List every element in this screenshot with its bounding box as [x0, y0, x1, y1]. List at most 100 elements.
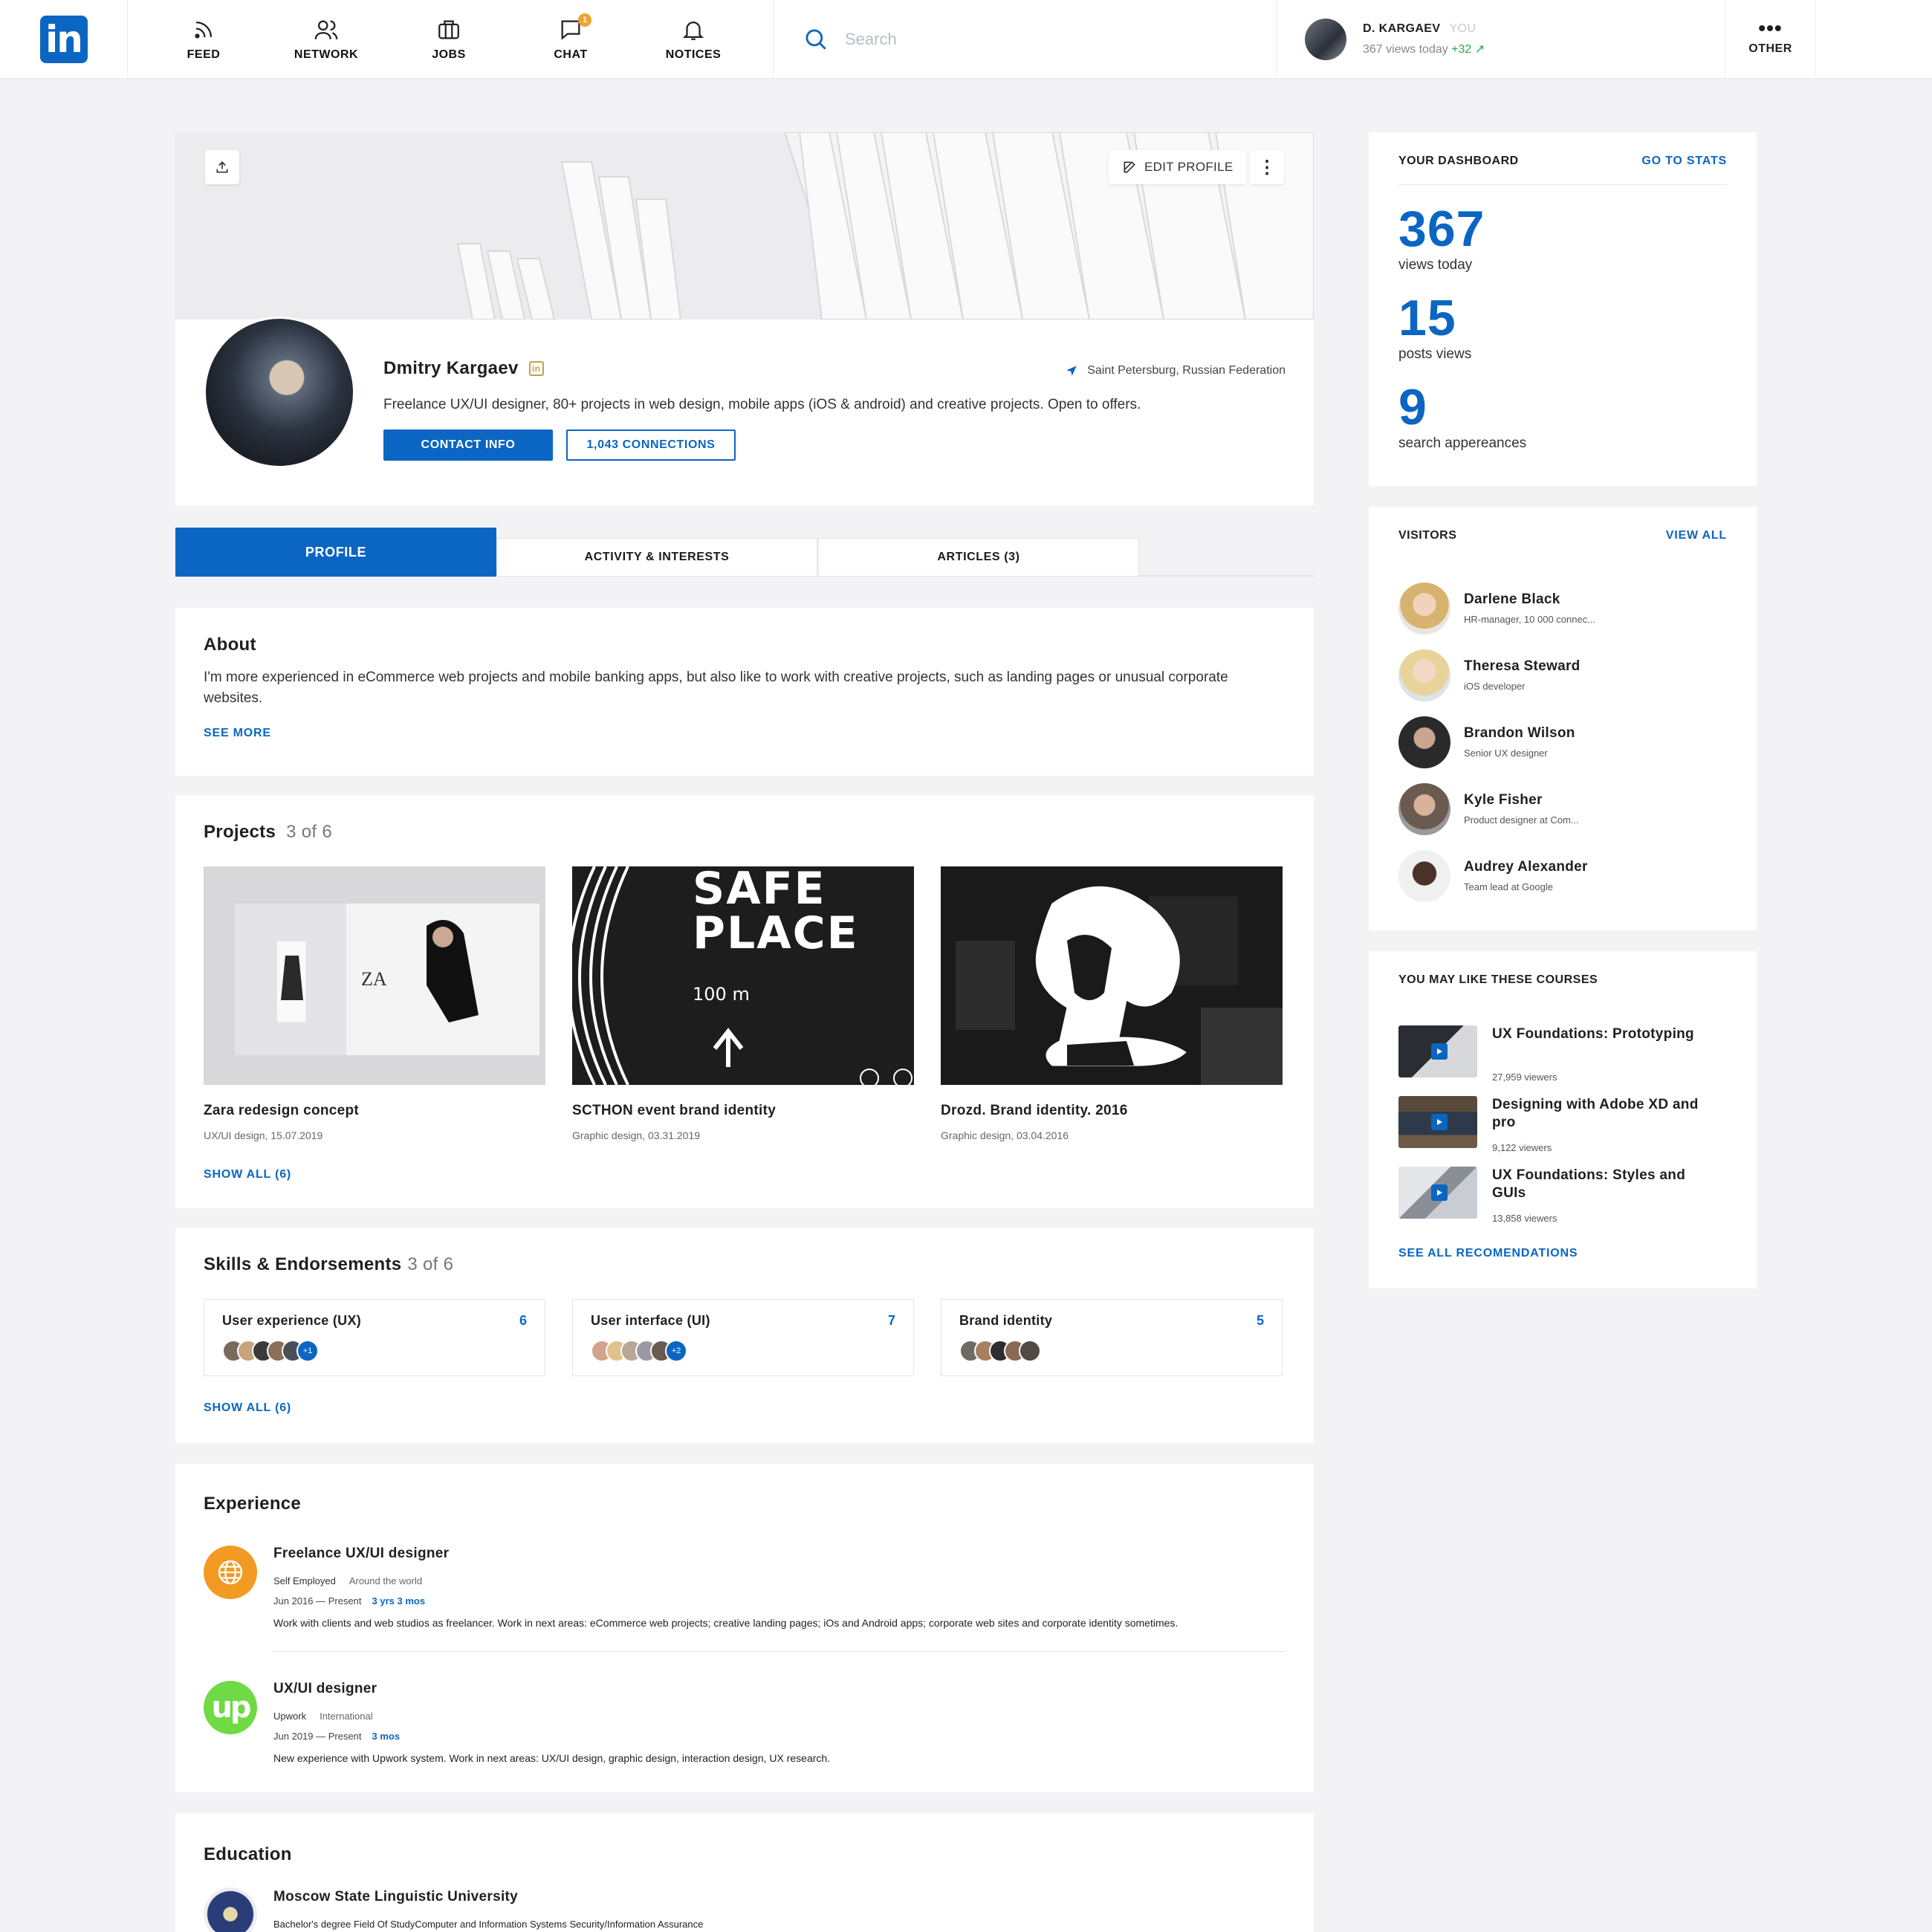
divider — [1398, 184, 1727, 185]
project-title[interactable]: Drozd. Brand identity. 2016 — [941, 1103, 1283, 1119]
tab-articles[interactable]: ARTICLES (3) — [818, 538, 1139, 577]
about-text: I'm more experienced in eCommerce web pr… — [204, 670, 1228, 706]
project-title[interactable]: Zara redesign concept — [204, 1103, 545, 1119]
nav-other[interactable]: ••• OTHER — [1725, 0, 1816, 79]
nav-notices[interactable]: NOTICES — [632, 0, 754, 79]
search-input[interactable] — [845, 30, 1216, 49]
play-icon[interactable] — [1431, 1114, 1448, 1130]
project-subtitle: UX/UI design, 15.07.2019 — [204, 1129, 323, 1141]
visitor-name: Theresa Steward — [1464, 658, 1581, 674]
arrow-up-right-icon: ↗ — [1471, 43, 1485, 56]
nav-chat[interactable]: 1 CHAT — [510, 0, 632, 79]
views-delta: +32 — [1451, 43, 1472, 56]
skill-card[interactable]: Brand identity 5 — [941, 1299, 1283, 1376]
search-icon[interactable] — [803, 27, 829, 52]
visitor-subtitle: HR-manager, 10 000 connec... — [1464, 614, 1596, 625]
visitor-item[interactable]: Brandon Wilson Senior UX designer — [1398, 716, 1733, 770]
project-thumbnail-drozd[interactable] — [941, 866, 1283, 1085]
show-all-skills-link[interactable]: SHOW ALL (6) — [204, 1401, 291, 1415]
experience-company[interactable]: Self Employed — [273, 1575, 336, 1586]
visitor-item[interactable]: Darlene Black HR-manager, 10 000 connec.… — [1398, 583, 1733, 636]
tab-activity[interactable]: ACTIVITY & INTERESTS — [496, 538, 817, 577]
nav-jobs[interactable]: JOBS — [388, 0, 510, 79]
endorser-avatars[interactable]: +2 — [591, 1340, 687, 1362]
globe-icon — [204, 1546, 257, 1599]
profile-tabs: PROFILE ACTIVITY & INTERESTS ARTICLES (3… — [175, 528, 1314, 577]
course-item[interactable]: UX Foundations: Prototyping 27,959 viewe… — [1398, 1025, 1733, 1083]
visitor-item[interactable]: Theresa Steward iOS developer — [1398, 649, 1733, 703]
show-all-projects-link[interactable]: SHOW ALL (6) — [204, 1168, 291, 1181]
avatar — [1398, 783, 1450, 835]
course-title[interactable]: UX Foundations: Prototyping — [1492, 1025, 1708, 1043]
course-viewers: 13,858 viewers — [1492, 1213, 1557, 1224]
visitor-item[interactable]: Audrey Alexander Team lead at Google — [1398, 850, 1733, 904]
experience-description: New experience with Upwork system. Work … — [273, 1752, 831, 1764]
nav-label: OTHER — [1748, 42, 1792, 55]
see-all-recommendations-link[interactable]: SEE ALL RECOMENDATIONS — [1398, 1247, 1578, 1260]
course-item[interactable]: Designing with Adobe XD and pro 9,122 vi… — [1398, 1096, 1733, 1153]
location-arrow-icon — [1066, 366, 1077, 376]
avatar[interactable] — [1305, 19, 1346, 60]
dashboard-title: YOUR DASHBOARD — [1398, 155, 1519, 167]
course-viewers: 9,122 viewers — [1492, 1142, 1552, 1153]
school-name[interactable]: Moscow State Linguistic University — [273, 1889, 518, 1905]
play-icon[interactable] — [1431, 1184, 1448, 1201]
more-endorsers-badge: +2 — [665, 1340, 687, 1362]
more-options-button[interactable]: ⋮ — [1250, 150, 1284, 184]
play-icon[interactable] — [1431, 1043, 1448, 1060]
user-menu[interactable]: D. KARGAEV YOU 367 views today +32 ↗ — [1277, 0, 1725, 79]
rss-icon — [195, 21, 213, 39]
nav-network[interactable]: NETWORK — [265, 0, 387, 79]
visitor-subtitle: iOS developer — [1464, 681, 1526, 692]
project-card[interactable]: Drozd. Brand identity. 2016 Graphic desi… — [941, 866, 1283, 1141]
course-thumbnail[interactable] — [1398, 1167, 1477, 1219]
profile-header: Dmitry Kargaev in Saint Petersburg, Russ… — [175, 317, 1314, 505]
connections-button[interactable]: 1,043 CONNECTIONS — [566, 429, 736, 461]
course-title[interactable]: Designing with Adobe XD and pro — [1492, 1096, 1708, 1132]
see-more-link[interactable]: SEE MORE — [204, 727, 271, 740]
zara-illustration: ZA — [204, 866, 545, 1085]
more-dots-icon: ••• — [1758, 16, 1783, 39]
skill-card[interactable]: User interface (UI) 7 +2 — [572, 1299, 914, 1376]
course-title[interactable]: UX Foundations: Styles and GUIs — [1492, 1167, 1708, 1202]
profile-photo[interactable] — [204, 317, 355, 468]
share-button[interactable] — [205, 150, 239, 184]
projects-title-text: Projects — [204, 822, 276, 842]
project-card[interactable]: ZA Zara redesign concept UX/UI design, 1… — [204, 866, 545, 1141]
experience-title-text[interactable]: Freelance UX/UI designer — [273, 1546, 1178, 1562]
project-thumbnail-scthon[interactable]: SAFE PLACE 100 m — [572, 866, 914, 1085]
go-to-stats-link[interactable]: GO TO STATS — [1641, 155, 1727, 168]
experience-dates: Jun 2016 — Present 3 yrs 3 mos — [273, 1595, 1178, 1607]
project-card[interactable]: SAFE PLACE 100 m SCTHON event brand iden… — [572, 866, 914, 1141]
experience-company[interactable]: Upwork — [273, 1711, 306, 1722]
avatar — [1398, 649, 1450, 701]
view-all-visitors-link[interactable]: VIEW ALL — [1666, 529, 1727, 542]
course-thumbnail[interactable] — [1398, 1096, 1477, 1148]
visitor-name: Darlene Black — [1464, 591, 1560, 607]
tab-profile[interactable]: PROFILE — [175, 528, 496, 577]
experience-title-text[interactable]: UX/UI designer — [273, 1681, 830, 1697]
project-thumbnail-zara[interactable]: ZA — [204, 866, 545, 1085]
visitor-name: Kyle Fisher — [1464, 792, 1543, 808]
course-item[interactable]: UX Foundations: Styles and GUIs 13,858 v… — [1398, 1167, 1733, 1224]
logo-cell[interactable]: in — [0, 0, 128, 79]
course-thumbnail[interactable] — [1398, 1025, 1477, 1077]
skill-card[interactable]: User experience (UX) 6 +1 — [204, 1299, 545, 1376]
contact-info-button[interactable]: CONTACT INFO — [383, 429, 553, 461]
visitors-card: VISITORS VIEW ALL Darlene Black HR-manag… — [1369, 507, 1757, 930]
project-title[interactable]: SCTHON event brand identity — [572, 1103, 914, 1119]
experience-meta: Upwork International — [273, 1711, 830, 1722]
projects-count: 3 of 6 — [286, 822, 332, 842]
experience-dates: Jun 2019 — Present 3 mos — [273, 1731, 830, 1742]
experience-duration: 3 yrs 3 mos — [372, 1595, 426, 1607]
avatar — [1019, 1340, 1041, 1362]
edit-profile-button[interactable]: EDIT PROFILE — [1109, 150, 1247, 184]
endorser-avatars[interactable]: +1 — [222, 1340, 319, 1362]
endorser-avatars[interactable] — [959, 1340, 1041, 1362]
stat-posts-label: posts views — [1398, 346, 1472, 362]
stat-views-number: 367 — [1398, 201, 1485, 257]
linkedin-logo[interactable]: in — [39, 16, 88, 63]
nav-label: NOTICES — [665, 48, 722, 61]
nav-feed[interactable]: FEED — [143, 0, 265, 79]
visitor-item[interactable]: Kyle Fisher Product designer at Com... — [1398, 783, 1733, 837]
